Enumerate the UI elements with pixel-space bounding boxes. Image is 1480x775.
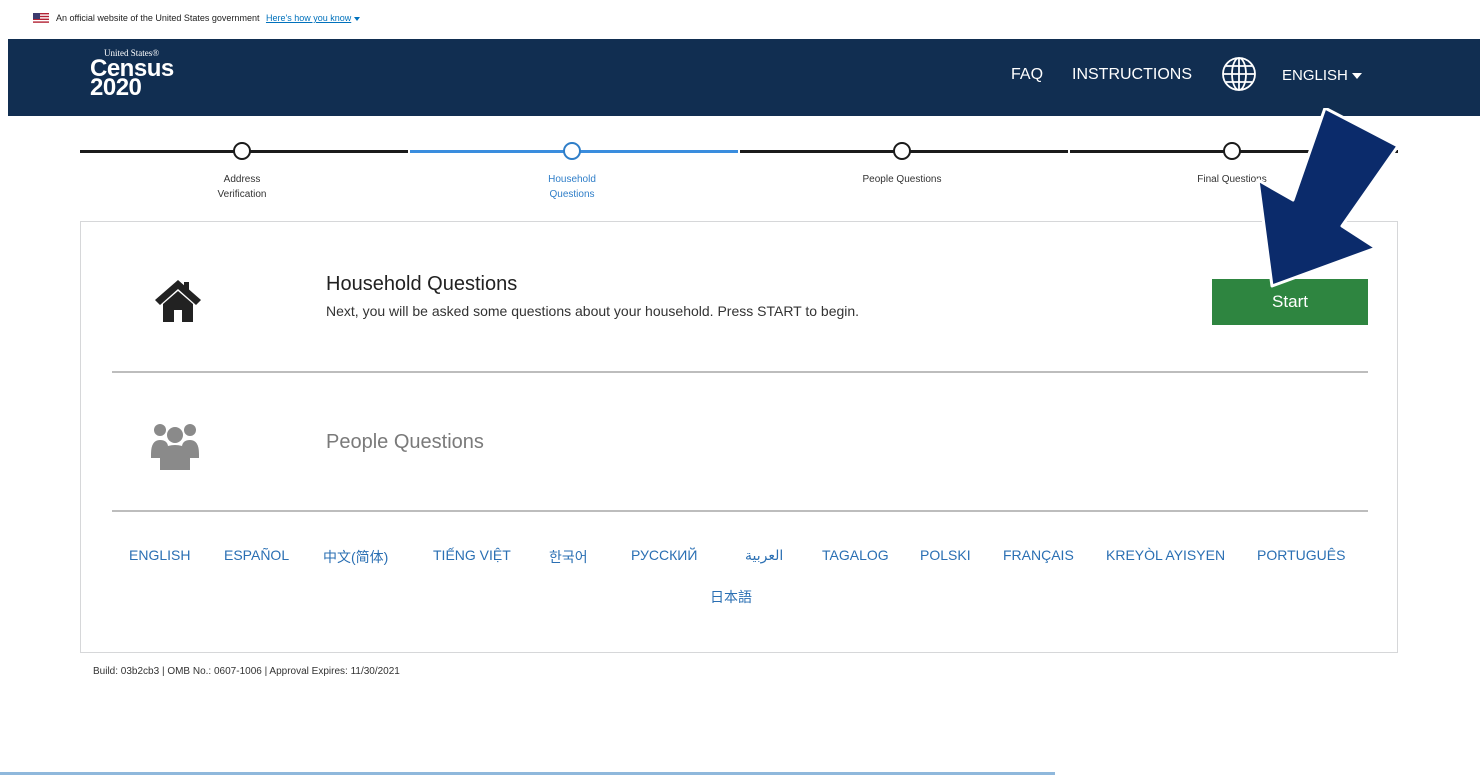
language-link[interactable]: KREYÒL AYISYEN <box>1106 547 1225 563</box>
logo-line-3: 2020 <box>90 74 142 101</box>
language-link[interactable]: ESPAÑOL <box>224 547 289 563</box>
census-2020-logo[interactable]: United States® Census 2020 <box>90 46 200 106</box>
site-header: United States® Census 2020 FAQ INSTRUCTI… <box>8 39 1480 116</box>
language-link[interactable]: 日本語 <box>710 587 752 607</box>
section-divider <box>112 510 1368 512</box>
language-link[interactable]: TAGALOG <box>822 547 889 563</box>
nav-instructions-link[interactable]: INSTRUCTIONS <box>1072 66 1192 84</box>
language-link[interactable]: 中文(简体) <box>323 547 388 567</box>
section-divider <box>112 371 1368 373</box>
people-questions-title: People Questions <box>326 431 484 453</box>
household-questions-description: Next, you will be asked some questions a… <box>326 303 860 319</box>
people-icon <box>151 424 199 470</box>
globe-icon[interactable] <box>1221 56 1257 92</box>
step-label-address: Address Verification <box>217 174 267 200</box>
step-dot-people <box>893 142 911 160</box>
language-dropdown-label: ENGLISH <box>1282 67 1348 84</box>
language-link[interactable]: POLSKI <box>920 547 971 563</box>
house-icon <box>155 280 201 322</box>
step-dot-address <box>233 142 251 160</box>
build-info-footer: Build: 03b2cb3 | OMB No.: 0607-1006 | Ap… <box>93 666 400 677</box>
chevron-down-icon[interactable] <box>354 16 361 21</box>
gov-banner: An official website of the United States… <box>0 0 1480 38</box>
language-link[interactable]: 한국어 <box>549 547 588 567</box>
language-link[interactable]: PORTUGUÊS <box>1257 547 1345 563</box>
gov-banner-link[interactable]: Here's how you know <box>266 13 351 23</box>
step-label-people: People Questions <box>862 174 942 185</box>
us-flag-icon <box>33 13 49 24</box>
household-questions-title: Household Questions <box>326 273 518 295</box>
caret-down-icon <box>1351 73 1362 80</box>
gov-banner-text: An official website of the United States… <box>56 13 260 23</box>
step-dot-household <box>563 142 581 160</box>
language-dropdown[interactable]: ENGLISH <box>1282 67 1362 84</box>
language-link[interactable]: TIẾNG VIỆT <box>433 547 511 563</box>
language-links: ENGLISH ESPAÑOL 中文(简体) TIẾNG VIỆT 한국어 РУ… <box>81 547 1399 567</box>
step-label-household: Household Questions <box>548 174 596 200</box>
annotation-arrow-icon <box>1256 108 1400 288</box>
language-link[interactable]: العربية <box>745 547 783 564</box>
language-link[interactable]: ENGLISH <box>129 547 190 563</box>
language-link[interactable]: РУССКИЙ <box>631 547 697 563</box>
nav-faq-link[interactable]: FAQ <box>1011 66 1043 84</box>
language-link[interactable]: FRANÇAIS <box>1003 547 1074 563</box>
questions-card: Household Questions Next, you will be as… <box>80 221 1398 653</box>
